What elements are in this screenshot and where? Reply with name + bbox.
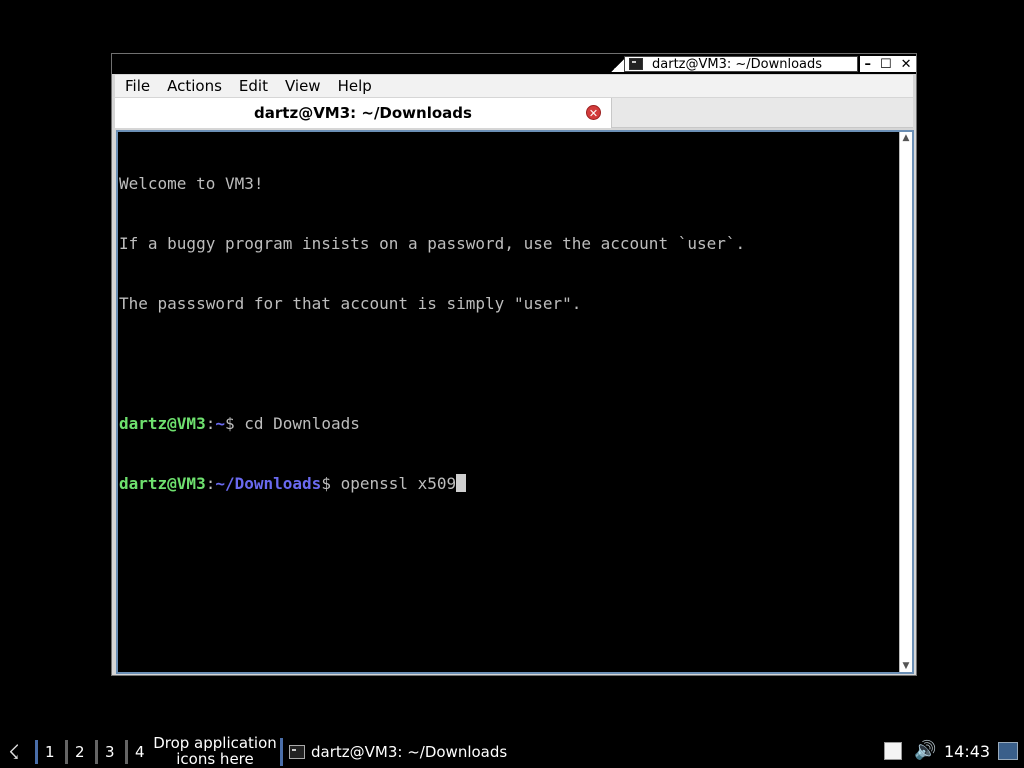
close-button[interactable]: ✕ bbox=[901, 57, 912, 72]
workspace-1[interactable]: 1 bbox=[35, 740, 55, 764]
terminal-output: Welcome to VM3! If a buggy program insis… bbox=[119, 134, 899, 534]
menu-actions[interactable]: Actions bbox=[157, 77, 229, 95]
menu-view[interactable]: View bbox=[275, 77, 328, 95]
window-controls: – ☐ ✕ bbox=[860, 56, 916, 72]
maximize-button[interactable]: ☐ bbox=[880, 57, 892, 72]
title-bar[interactable]: dartz@VM3: ~/Downloads – ☐ ✕ bbox=[112, 54, 916, 74]
prompt-path: ~/Downloads bbox=[215, 474, 322, 493]
taskbar: ☇ 1 2 3 4 Drop application icons here da… bbox=[0, 734, 1024, 768]
terminal-window: dartz@VM3: ~/Downloads – ☐ ✕ File Action… bbox=[111, 53, 917, 676]
window-title: dartz@VM3: ~/Downloads bbox=[624, 56, 858, 72]
tab-label: dartz@VM3: ~/Downloads bbox=[254, 104, 472, 122]
prompt-colon: : bbox=[205, 414, 216, 433]
clock[interactable]: 14:43 bbox=[944, 740, 990, 764]
workspace-2[interactable]: 2 bbox=[65, 740, 85, 764]
menu-help[interactable]: Help bbox=[328, 77, 379, 95]
prompt-dollar: $ bbox=[321, 474, 341, 493]
launcher-drop-area[interactable]: Drop application icons here bbox=[153, 735, 277, 767]
notification-icon[interactable] bbox=[884, 742, 902, 760]
menu-file[interactable]: File bbox=[115, 77, 157, 95]
terminal-line: If a buggy program insists on a password… bbox=[119, 234, 746, 253]
text-cursor bbox=[456, 474, 467, 492]
prompt-command: cd Downloads bbox=[244, 414, 360, 433]
prompt-line: dartz@VM3:~/Downloads$ openssl x509 bbox=[119, 474, 899, 494]
menu-bar: File Actions Edit View Help bbox=[115, 75, 913, 97]
window-title-text: dartz@VM3: ~/Downloads bbox=[652, 56, 823, 72]
terminal-view[interactable]: Welcome to VM3! If a buggy program insis… bbox=[116, 130, 914, 674]
taskbar-terminal-label: dartz@VM3: ~/Downloads bbox=[311, 743, 508, 761]
scroll-down-icon[interactable]: ▼ bbox=[900, 660, 912, 672]
prompt-user: dartz@VM3 bbox=[119, 414, 206, 433]
prompt-dollar: $ bbox=[224, 414, 245, 433]
scroll-up-icon[interactable]: ▲ bbox=[900, 132, 912, 144]
terminal-icon bbox=[289, 745, 305, 759]
start-menu-icon[interactable]: ☇ bbox=[2, 740, 26, 764]
tab-terminal[interactable]: dartz@VM3: ~/Downloads ✕ bbox=[115, 98, 612, 128]
show-desktop-icon[interactable] bbox=[998, 742, 1018, 760]
tab-close-icon[interactable]: ✕ bbox=[586, 105, 601, 120]
terminal-icon bbox=[629, 58, 643, 70]
menu-edit[interactable]: Edit bbox=[229, 77, 275, 95]
vertical-scrollbar[interactable]: ▲ ▼ bbox=[899, 132, 912, 672]
taskbar-terminal-button[interactable]: dartz@VM3: ~/Downloads bbox=[280, 738, 539, 766]
workspace-3[interactable]: 3 bbox=[95, 740, 115, 764]
workspace-4[interactable]: 4 bbox=[125, 740, 145, 764]
terminal-line: Welcome to VM3! bbox=[119, 174, 264, 193]
prompt-line: dartz@VM3:~$ cd Downloads bbox=[119, 414, 899, 434]
prompt-user: dartz@VM3 bbox=[119, 474, 206, 493]
terminal-line: The passsword for that account is simply… bbox=[119, 294, 582, 313]
volume-icon[interactable]: 🔊 bbox=[914, 740, 936, 761]
prompt-command: openssl x509 bbox=[340, 474, 457, 493]
minimize-button[interactable]: – bbox=[864, 57, 871, 72]
prompt-colon: : bbox=[205, 474, 216, 493]
tab-bar: dartz@VM3: ~/Downloads ✕ bbox=[115, 98, 913, 128]
prompt-path: ~ bbox=[215, 414, 225, 433]
